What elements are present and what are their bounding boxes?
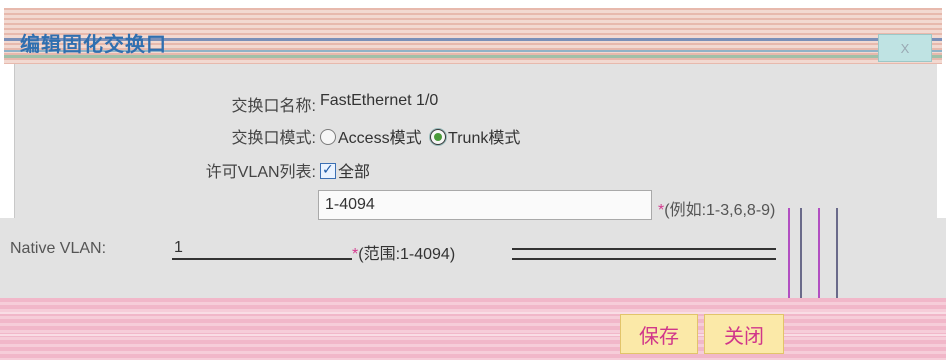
allowed-vlan-input[interactable] — [318, 190, 652, 220]
dialog-titlebar: 编辑固化交换口 X — [4, 8, 942, 64]
divider-line — [512, 248, 776, 260]
port-mode-options: Access模式 Trunk模式 — [320, 124, 520, 148]
checkbox-checked-icon — [320, 161, 336, 179]
mode-access-label: Access模式 — [338, 130, 422, 147]
close-button[interactable]: 关闭 — [704, 314, 784, 354]
divider-line — [788, 208, 790, 308]
divider-line — [836, 208, 838, 308]
allowed-vlan-label: 许可VLAN列表: — [205, 164, 316, 181]
footer-stripe — [0, 312, 946, 314]
native-vlan-hint-text: (范围:1-4094) — [358, 246, 456, 263]
save-button[interactable]: 保存 — [620, 314, 698, 354]
radio-selected-icon — [430, 129, 447, 145]
allowed-vlan-all-label: 全部 — [338, 164, 371, 181]
mode-access-radio[interactable]: Access模式 — [320, 129, 422, 147]
port-name-label: 交换口名称: — [231, 98, 316, 115]
native-vlan-hint: *(范围:1-4094) — [352, 240, 455, 264]
form-lower-band — [0, 218, 946, 298]
allowed-vlan-hint: *(例如:1-3,6,8-9) — [658, 196, 775, 220]
dialog-close-icon[interactable]: X — [878, 34, 932, 62]
divider-line — [800, 208, 802, 308]
close-icon-glyph: X — [900, 40, 910, 56]
radio-icon — [320, 129, 336, 145]
allowed-vlan-hint-text: (例如:1-3,6,8-9) — [664, 202, 776, 219]
divider-line — [818, 208, 820, 308]
mode-trunk-label: Trunk模式 — [448, 130, 521, 147]
native-vlan-label: Native VLAN: — [10, 240, 107, 257]
port-name-value: FastEthernet 1/0 — [320, 92, 439, 109]
native-vlan-input[interactable] — [172, 238, 352, 260]
allowed-vlan-all-checkbox[interactable]: 全部 — [320, 158, 370, 182]
footer-stripe — [0, 334, 946, 336]
port-mode-label: 交换口模式: — [231, 130, 316, 147]
dialog-footer — [0, 298, 946, 360]
mode-trunk-radio[interactable]: Trunk模式 — [430, 129, 521, 147]
dialog-title: 编辑固化交换口 — [20, 34, 167, 56]
